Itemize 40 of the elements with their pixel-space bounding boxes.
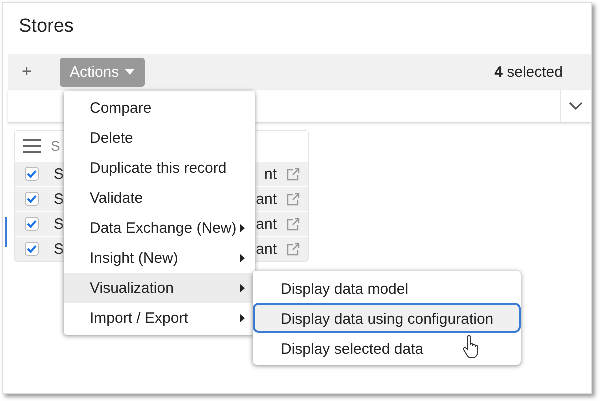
external-link-icon[interactable] [287, 192, 300, 206]
table-cell: S [54, 240, 64, 258]
table-cell: S [54, 166, 64, 182]
submenu-arrow-icon [240, 284, 245, 292]
table-cell: S [54, 190, 64, 208]
chevron-down-icon [569, 102, 583, 110]
menu-item[interactable]: Delete [64, 123, 255, 153]
row-checkbox[interactable] [25, 192, 39, 206]
submenu-arrow-icon [240, 224, 245, 232]
menu-item[interactable]: Display data model [253, 273, 521, 303]
table-cell: nt [264, 166, 277, 182]
row-checkbox[interactable] [25, 217, 39, 231]
caret-icon [125, 69, 136, 75]
menu-item[interactable]: Insight (New) [64, 243, 255, 273]
table-cell: ant [256, 240, 277, 258]
menu-icon[interactable] [23, 139, 41, 153]
row-checkbox[interactable] [25, 242, 39, 256]
menu-item[interactable]: Validate [64, 183, 255, 213]
table-cell: ant [256, 190, 277, 208]
menu-item[interactable]: Data Exchange (New) [64, 213, 255, 243]
table-cell: ant [256, 216, 277, 232]
page-title: Stores [18, 15, 75, 39]
menu-item[interactable]: Display data using configuration [253, 303, 521, 333]
table-cell: S [54, 216, 64, 232]
row-checkbox[interactable] [25, 167, 39, 181]
external-link-icon[interactable] [287, 242, 300, 256]
menu-item[interactable]: Duplicate this record [64, 153, 255, 183]
menu-item[interactable]: Import / Export [64, 303, 255, 333]
menu-item[interactable]: Visualization [64, 273, 255, 303]
focus-marker [5, 217, 7, 247]
menu-item[interactable]: Display selected data [253, 333, 521, 363]
hand-cursor-icon [463, 335, 481, 359]
external-link-icon[interactable] [287, 168, 300, 180]
column-header: S [51, 138, 60, 154]
menu-item[interactable]: Compare [64, 93, 255, 123]
submenu-arrow-icon [240, 314, 245, 322]
add-button[interactable]: + [16, 62, 38, 82]
selection-count: 4 selected [494, 64, 563, 80]
external-link-icon[interactable] [287, 218, 300, 230]
submenu-arrow-icon [240, 254, 245, 262]
